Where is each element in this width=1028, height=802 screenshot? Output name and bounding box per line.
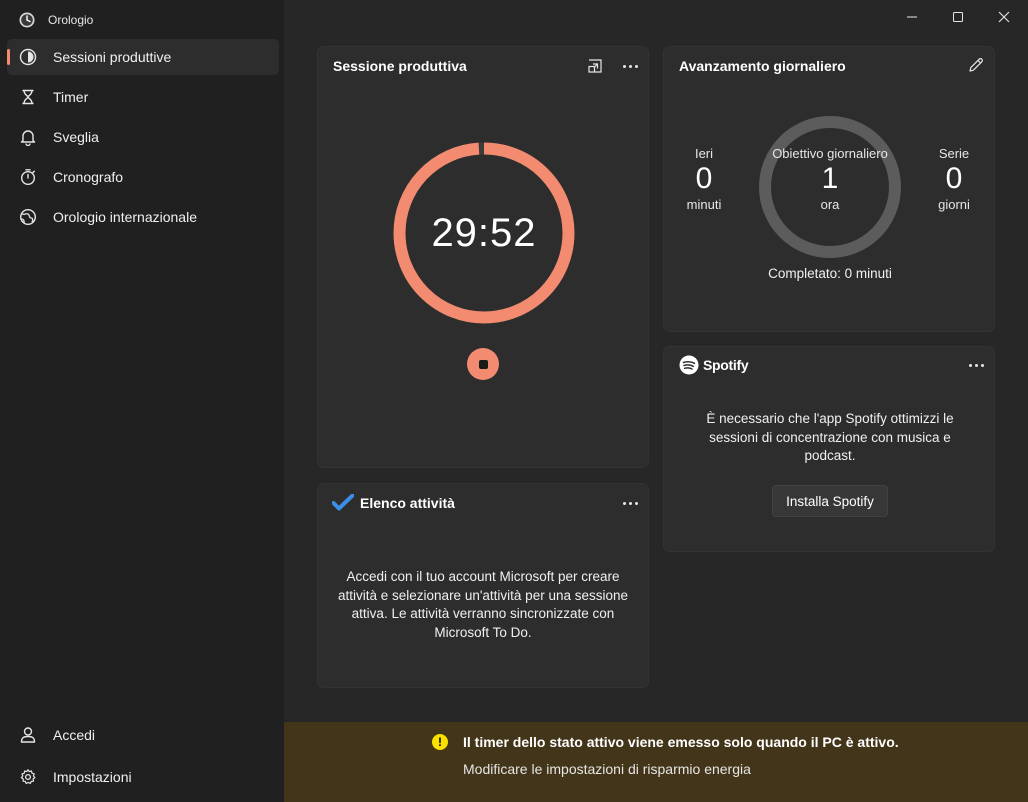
minimize-icon: [907, 16, 917, 18]
streak-stat: Serie 0 giorni: [924, 146, 984, 212]
yesterday-label: Ieri: [694, 146, 714, 161]
spotify-message: È necessario che l'app Spotify ottimizzi…: [706, 411, 954, 463]
sidebar-item-world-clock[interactable]: Orologio internazionale: [7, 199, 279, 235]
minimize-button[interactable]: [889, 0, 935, 34]
compact-overlay-button[interactable]: [585, 56, 605, 76]
tasks-card: Elenco attività Accedi con il tuo accoun…: [317, 483, 649, 688]
timer-display: 29:52: [431, 210, 537, 255]
session-more-button[interactable]: [620, 56, 640, 76]
daily-progress-card: Avanzamento giornaliero Ieri 0 minuti Ob…: [663, 46, 995, 332]
globe-icon: [19, 208, 37, 226]
clock-app-window: Orologio Sessioni produttive Timer Svegl…: [0, 0, 1028, 802]
power-settings-link[interactable]: Modificare le impostazioni di risparmio …: [463, 761, 751, 777]
stop-icon: [478, 359, 488, 369]
app-title: Orologio: [48, 13, 94, 27]
maximize-button[interactable]: [935, 0, 981, 34]
sidebar-item-label: Sessioni produttive: [53, 49, 172, 65]
sidebar-item-label: Accedi: [53, 727, 96, 743]
spotify-logo-icon: [679, 355, 699, 375]
bell-icon: [20, 130, 36, 146]
stopwatch-icon: [20, 169, 36, 186]
daily-progress-title: Avanzamento giornaliero: [679, 58, 846, 74]
compact-overlay-icon: [588, 59, 602, 73]
power-warning-banner: ! Il timer dello stato attivo viene emes…: [284, 722, 1028, 802]
focus-session-title: Sessione produttiva: [333, 58, 467, 74]
sidebar-item-alarm[interactable]: Sveglia: [7, 119, 279, 155]
sidebar-item-stopwatch[interactable]: Cronografo: [7, 159, 279, 195]
sidebar-item-label: Orologio internazionale: [53, 209, 197, 225]
sidebar-item-sign-in[interactable]: Accedi: [7, 717, 279, 753]
sidebar-item-label: Sveglia: [53, 129, 99, 145]
sidebar-item-settings[interactable]: Impostazioni: [7, 759, 279, 795]
install-spotify-button[interactable]: Installa Spotify: [772, 485, 888, 517]
daily-goal-unit: ora: [820, 197, 840, 212]
more-icon: [622, 501, 626, 505]
sidebar-item-label: Timer: [53, 89, 89, 105]
edit-goal-button[interactable]: [966, 55, 986, 75]
more-icon: [622, 64, 626, 68]
maximize-icon: [953, 12, 963, 22]
person-icon: [20, 727, 36, 743]
sidebar-item-label: Cronografo: [53, 169, 124, 185]
clock-app-icon: [19, 12, 35, 28]
streak-value: 0: [945, 162, 963, 195]
daily-goal-label: Obiettivo giornaliero: [772, 146, 888, 161]
todo-check-icon: [332, 494, 354, 511]
spotify-card: Spotify È necessario che l'app Spotify o…: [663, 346, 995, 552]
spotify-brand: Spotify: [679, 355, 749, 375]
stop-session-button[interactable]: [467, 348, 499, 380]
spotify-wordmark: Spotify: [703, 357, 749, 373]
streak-unit: giorni: [938, 197, 970, 212]
tasks-more-button[interactable]: [620, 493, 640, 513]
pencil-icon: [969, 58, 983, 72]
tasks-message: Accedi con il tuo account Microsoft per …: [338, 569, 628, 640]
yesterday-unit: minuti: [686, 197, 722, 212]
yesterday-value: 0: [695, 162, 713, 195]
sidebar-item-label: Impostazioni: [53, 769, 132, 785]
yesterday-stat: Ieri 0 minuti: [674, 146, 734, 212]
streak-label: Serie: [938, 146, 970, 161]
focus-icon: [19, 48, 37, 66]
more-icon: [968, 363, 972, 367]
daily-goal-stat: Obiettivo giornaliero 1 ora: [750, 146, 910, 212]
sidebar: Orologio Sessioni produttive Timer Svegl…: [0, 0, 284, 802]
app-title-bar: Orologio: [18, 10, 93, 30]
completed-text: Completato: 0 minuti: [768, 266, 892, 281]
sidebar-item-timer[interactable]: Timer: [7, 79, 279, 115]
sidebar-item-focus-sessions[interactable]: Sessioni produttive: [7, 39, 279, 75]
tasks-title: Elenco attività: [360, 495, 455, 511]
focus-session-card: Sessione produttiva 29:52: [317, 46, 649, 468]
close-icon: [998, 11, 1010, 23]
gear-icon: [20, 769, 36, 785]
close-button[interactable]: [981, 0, 1027, 34]
warning-icon: !: [432, 734, 448, 750]
daily-goal-value: 1: [821, 162, 839, 195]
banner-message: Il timer dello stato attivo viene emesso…: [463, 734, 899, 750]
spotify-more-button[interactable]: [966, 355, 986, 375]
hourglass-icon: [22, 89, 34, 105]
